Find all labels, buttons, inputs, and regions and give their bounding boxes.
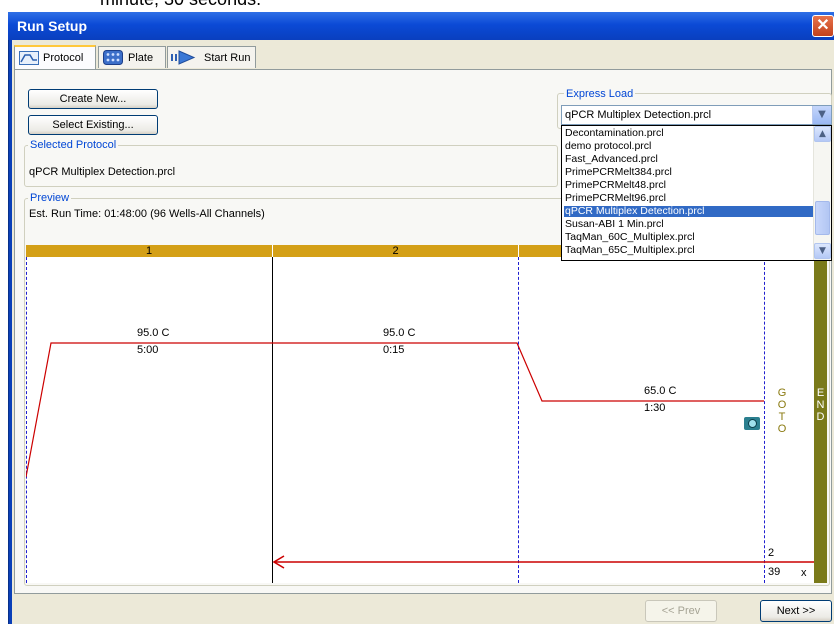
protocol-icon bbox=[19, 51, 39, 65]
tab-protocol[interactable]: Protocol bbox=[14, 45, 96, 70]
title-bar[interactable]: Run Setup bbox=[8, 12, 834, 40]
express-load-legend: Express Load bbox=[564, 88, 636, 100]
step-2-header: 2 bbox=[273, 245, 518, 257]
goto-times-symbol: x bbox=[801, 567, 807, 579]
step-3-time: 1:30 bbox=[644, 402, 666, 414]
dropdown-option[interactable]: Fast_Advanced.prcl bbox=[564, 154, 814, 165]
dropdown-option[interactable]: Susan-ABI 1 Min.prcl bbox=[564, 219, 814, 230]
step-3-temperature: 65.0 C bbox=[644, 385, 677, 397]
express-load-selected: qPCR Multiplex Detection.prcl bbox=[565, 109, 712, 121]
est-run-time: Est. Run Time: 01:48:00 (96 Wells-All Ch… bbox=[29, 208, 265, 220]
dropdown-option[interactable]: PrimePCRMelt48.prcl bbox=[564, 180, 814, 191]
scroll-down-icon[interactable]: ▼ bbox=[814, 243, 831, 259]
dropdown-option[interactable]: PrimePCRMelt384.prcl bbox=[564, 167, 814, 178]
dropdown-option[interactable]: TaqMan_60C_Multiplex.prcl bbox=[564, 232, 814, 243]
goto-target-step: 2 bbox=[768, 547, 775, 559]
tab-plate-label: Plate bbox=[128, 52, 154, 64]
step-1-time: 5:00 bbox=[137, 344, 159, 356]
dropdown-option[interactable]: demo protocol.prcl bbox=[564, 141, 814, 152]
window-title: Run Setup bbox=[17, 18, 87, 34]
tab-plate[interactable]: Plate bbox=[98, 46, 166, 68]
create-new-button[interactable]: Create New... bbox=[28, 89, 158, 109]
start-run-icon bbox=[171, 50, 196, 65]
next-button[interactable]: Next >> bbox=[760, 600, 832, 622]
plate-icon bbox=[103, 50, 123, 65]
selected-protocol-legend: Selected Protocol bbox=[28, 139, 119, 151]
scroll-up-icon[interactable]: ▲ bbox=[814, 126, 831, 142]
temperature-profile bbox=[26, 342, 815, 569]
camera-icon[interactable] bbox=[744, 417, 760, 430]
goto-cycle-count: 39 bbox=[768, 566, 781, 578]
express-load-combobox[interactable]: qPCR Multiplex Detection.prcl bbox=[561, 105, 832, 125]
goto-text: GOTO bbox=[777, 387, 787, 435]
step-2-time: 0:15 bbox=[383, 344, 405, 356]
dropdown-option[interactable]: TaqMan_65C_Multiplex.prcl bbox=[564, 245, 814, 256]
preview-legend: Preview bbox=[28, 192, 72, 204]
tab-protocol-label: Protocol bbox=[43, 52, 84, 64]
dropdown-option[interactable]: qPCR Multiplex Detection.prcl bbox=[564, 206, 814, 217]
step-1-temperature: 95.0 C bbox=[137, 327, 170, 339]
dropdown-option[interactable]: Decontamination.prcl bbox=[564, 128, 814, 139]
tab-start-run-label: Start Run bbox=[204, 52, 251, 64]
goto-label: GOTO bbox=[776, 387, 788, 435]
step-2-temperature: 95.0 C bbox=[383, 327, 416, 339]
top-caption: minute, 30 seconds. bbox=[0, 0, 834, 12]
dropdown-option[interactable]: PrimePCRMelt96.prcl bbox=[564, 193, 814, 204]
scroll-thumb[interactable] bbox=[815, 201, 830, 235]
tab-start-run[interactable]: Start Run bbox=[167, 46, 256, 68]
chevron-down-icon[interactable]: ▼ bbox=[812, 106, 831, 124]
express-load-dropdown-list[interactable]: Decontamination.prcl demo protocol.prcl Fa… bbox=[561, 125, 832, 261]
end-step-bar: END bbox=[814, 245, 827, 583]
prev-button[interactable]: << Prev bbox=[645, 600, 717, 622]
close-button[interactable]: ✕ bbox=[812, 15, 834, 37]
end-text: END bbox=[816, 387, 825, 423]
select-existing-button[interactable]: Select Existing... bbox=[28, 115, 158, 135]
dropdown-scrollbar[interactable]: ▲ ▼ bbox=[813, 126, 831, 260]
selected-protocol-name: qPCR Multiplex Detection.prcl bbox=[29, 166, 176, 178]
step-1-header: 1 bbox=[26, 245, 272, 257]
